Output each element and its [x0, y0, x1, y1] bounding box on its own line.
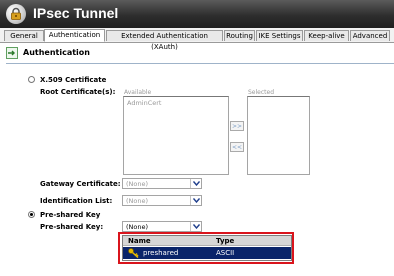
column-name-header: Name — [128, 237, 151, 245]
remove-certificate-button[interactable]: << — [230, 142, 244, 152]
gateway-certificate-label: Gateway Certificate: — [40, 180, 121, 188]
column-type-header: Type — [216, 237, 235, 245]
tab-extended-authentication[interactable]: Extended Authentication (XAuth) — [106, 30, 223, 51]
preshared-key-option-label: Pre-shared Key — [40, 211, 101, 219]
section-title: Authentication — [23, 48, 90, 57]
key-arrow-icon — [6, 47, 18, 59]
dropdown-option-preshared[interactable]: preshared ASCII — [123, 247, 291, 259]
section-header: Authentication — [6, 47, 394, 64]
option-name: preshared — [143, 249, 179, 257]
available-header: Available — [124, 89, 152, 96]
title-bar: IPsec Tunnel — [0, 0, 394, 28]
list-item[interactable]: AdminCert — [127, 99, 161, 107]
identification-list-select[interactable]: (None) — [122, 195, 202, 206]
available-list[interactable]: AdminCert — [123, 96, 229, 175]
identification-list-value: (None) — [126, 197, 149, 205]
preshared-key-dropdown: Name Type preshared ASCII — [122, 235, 292, 261]
gateway-certificate-value: (None) — [126, 180, 149, 188]
option-type: ASCII — [216, 249, 235, 257]
identification-list-label: Identification List: — [40, 197, 113, 205]
chevron-down-icon[interactable] — [190, 179, 201, 188]
dropdown-header: Name Type — [123, 236, 291, 246]
add-certificate-button[interactable]: >> — [230, 121, 244, 131]
tab-advanced[interactable]: Advanced — [350, 30, 390, 41]
tab-general[interactable]: General — [4, 30, 44, 41]
tab-routing[interactable]: Routing — [224, 30, 255, 41]
gateway-certificate-select[interactable]: (None) — [122, 178, 202, 189]
tab-keep-alive[interactable]: Keep-alive — [304, 30, 349, 41]
preshared-key-radio[interactable] — [28, 211, 35, 218]
x509-radio[interactable] — [28, 76, 35, 83]
tab-ike-settings[interactable]: IKE Settings — [256, 30, 303, 41]
chevron-down-icon[interactable] — [190, 196, 201, 205]
key-icon — [128, 248, 139, 258]
section-divider — [6, 63, 394, 64]
chevron-down-icon[interactable] — [190, 222, 201, 231]
x509-label: X.509 Certificate — [40, 76, 107, 84]
preshared-key-label: Pre-shared Key: — [40, 223, 104, 231]
window-title: IPsec Tunnel — [33, 5, 119, 21]
preshared-key-select[interactable]: (None) — [122, 221, 202, 232]
preshared-key-value: (None) — [126, 223, 149, 231]
selected-header: Selected — [248, 89, 275, 96]
tab-authentication[interactable]: Authentication — [44, 29, 105, 42]
tab-bar: General Authentication Extended Authenti… — [0, 28, 394, 51]
lock-icon — [6, 4, 26, 24]
root-certificates-label: Root Certificate(s): — [40, 88, 116, 96]
selected-list[interactable] — [247, 96, 310, 175]
